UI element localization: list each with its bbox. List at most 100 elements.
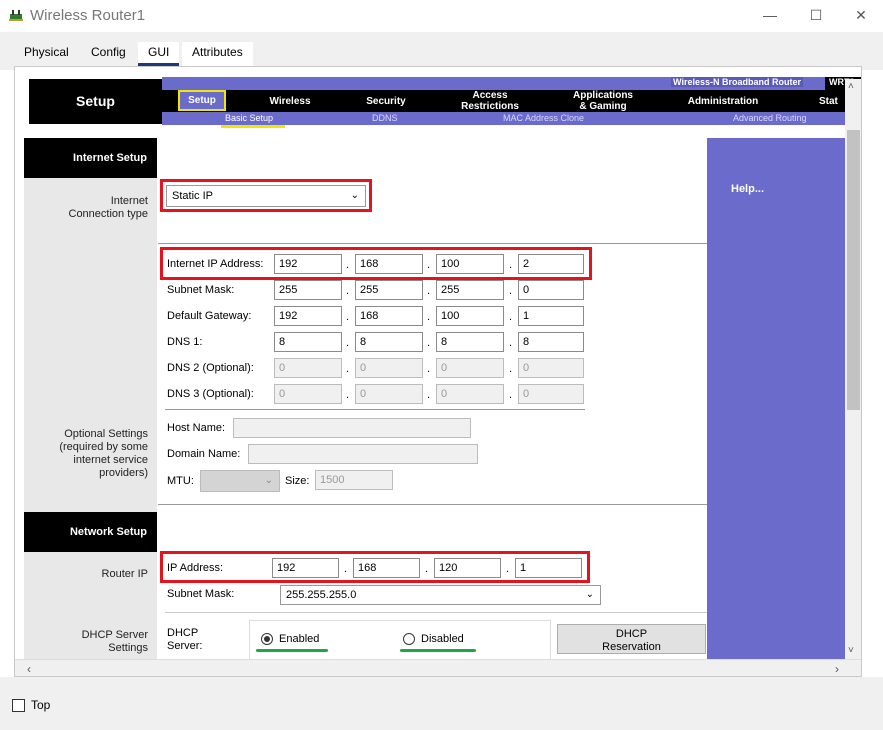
dhcp-label-line1: DHCP [167, 627, 199, 639]
internet-ip-octet-4[interactable]: 2 [518, 254, 584, 274]
mtu-select[interactable]: ⌄ [200, 470, 280, 492]
dns2-octet-4[interactable]: 0 [518, 358, 584, 378]
internet-ip-octet-2[interactable]: 168 [355, 254, 423, 274]
connection-type-value: Static IP [172, 190, 213, 202]
dhcp-reservation-line1: DHCP [615, 628, 648, 640]
dns2-octet-3[interactable]: 0 [436, 358, 504, 378]
subnet-mask-octet-1[interactable]: 255 [274, 280, 342, 300]
internet-ip-octet-1[interactable]: 192 [274, 254, 342, 274]
network-subnet-mask-label: Subnet Mask: [167, 588, 235, 600]
dns1-octet-2[interactable]: 8 [355, 332, 423, 352]
dns1-label: DNS 1: [167, 336, 203, 348]
router-ip-octet-1[interactable]: 192 [272, 558, 339, 578]
nav-security[interactable]: Security [351, 96, 421, 107]
dns2-octet-2[interactable]: 0 [355, 358, 423, 378]
subnet-mask-octet-4[interactable]: 0 [518, 280, 584, 300]
tab-gui[interactable]: GUI [138, 42, 180, 66]
horizontal-scrollbar[interactable] [15, 659, 861, 676]
divider [158, 504, 707, 505]
subnav-basic-setup[interactable]: Basic Setup [225, 113, 273, 123]
default-gateway-label: Default Gateway: [167, 310, 252, 322]
dns2-octet-1[interactable]: 0 [274, 358, 342, 378]
subnet-mask-octet-3[interactable]: 255 [436, 280, 504, 300]
ip-dot: . [346, 389, 350, 401]
nav-applications-gaming[interactable]: Applications & Gaming [563, 90, 643, 112]
ip-dot: . [509, 311, 513, 323]
dns3-label: DNS 3 (Optional): [167, 388, 254, 400]
dhcp-enabled-label[interactable]: Enabled [279, 633, 319, 645]
router-ip-octet-2[interactable]: 168 [353, 558, 420, 578]
basic-setup-underline [221, 125, 285, 128]
divider [165, 409, 585, 410]
chevron-down-icon: ⌄ [585, 589, 594, 600]
nav-wireless[interactable]: Wireless [255, 96, 325, 107]
section-title: Setup [29, 79, 162, 124]
router-ip-label: Router IP [101, 568, 148, 580]
dhcp-server-label: DHCP Server: [167, 627, 202, 653]
dns1-octet-1[interactable]: 8 [274, 332, 342, 352]
subnav-advanced-routing[interactable]: Advanced Routing [733, 113, 807, 123]
gui-content-panel: Setup Wireless-N Broadband Router WRT3 S… [14, 66, 862, 677]
dns1-octet-4[interactable]: 8 [518, 332, 584, 352]
host-name-input[interactable] [233, 418, 471, 438]
scroll-up-icon[interactable]: ˄ [848, 81, 854, 92]
vertical-scroll-thumb[interactable] [847, 130, 860, 410]
dns2-label: DNS 2 (Optional): [167, 362, 254, 374]
router-ip-octet-3[interactable]: 120 [434, 558, 501, 578]
title-bar: Wireless Router1 — ☐ ✕ [0, 0, 883, 32]
network-setup-heading: Network Setup [24, 512, 157, 552]
help-link[interactable]: Help... [731, 183, 764, 195]
dhcp-reservation-button[interactable]: DHCP Reservation [557, 624, 706, 654]
optional-label-line1: Optional Settings [64, 428, 148, 440]
dns3-octet-3[interactable]: 0 [436, 384, 504, 404]
router-ip-octet-4[interactable]: 1 [515, 558, 582, 578]
domain-name-input[interactable] [248, 444, 478, 464]
connection-type-select[interactable]: Static IP ⌄ [166, 185, 366, 207]
router-brand: Wireless-N Broadband Router [671, 77, 803, 87]
scroll-left-icon[interactable]: ‹ [27, 662, 31, 676]
nav-access-line2: Restrictions [461, 101, 519, 112]
dhcp-disabled-label[interactable]: Disabled [421, 633, 464, 645]
top-checkbox[interactable] [12, 699, 25, 712]
ip-dot: . [344, 563, 348, 575]
dhcp-enabled-radio[interactable] [261, 633, 273, 645]
divider [158, 243, 707, 244]
dns1-octet-3[interactable]: 8 [436, 332, 504, 352]
nav-administration[interactable]: Administration [677, 96, 769, 107]
nav-apps-line2: & Gaming [579, 101, 627, 112]
minimize-button[interactable]: — [747, 0, 793, 32]
disabled-underline [400, 649, 476, 652]
dns3-octet-4[interactable]: 0 [518, 384, 584, 404]
gateway-octet-3[interactable]: 100 [436, 306, 504, 326]
domain-name-label: Domain Name: [167, 448, 241, 460]
gateway-octet-1[interactable]: 192 [274, 306, 342, 326]
size-label: Size: [285, 475, 310, 487]
network-subnet-mask-select[interactable]: 255.255.255.0 ⌄ [280, 585, 601, 605]
scroll-right-icon[interactable]: › [835, 662, 839, 676]
subnav-mac-clone[interactable]: MAC Address Clone [503, 113, 584, 123]
tab-physical[interactable]: Physical [14, 42, 79, 66]
ip-dot: . [346, 363, 350, 375]
dhcp-disabled-radio[interactable] [403, 633, 415, 645]
gateway-octet-2[interactable]: 168 [355, 306, 423, 326]
enabled-underline [256, 649, 328, 652]
maximize-button[interactable]: ☐ [793, 0, 839, 32]
scroll-down-icon[interactable]: ˅ [848, 645, 854, 656]
divider [165, 612, 707, 613]
tab-config[interactable]: Config [81, 42, 136, 66]
internet-ip-octet-3[interactable]: 100 [436, 254, 504, 274]
nav-setup[interactable]: Setup [178, 90, 226, 111]
subnav-ddns[interactable]: DDNS [372, 113, 398, 123]
gateway-octet-4[interactable]: 1 [518, 306, 584, 326]
ip-dot: . [427, 389, 431, 401]
window-title: Wireless Router1 [30, 7, 146, 24]
close-button[interactable]: ✕ [838, 0, 883, 32]
mtu-size-input[interactable]: 1500 [315, 470, 393, 490]
ip-dot: . [427, 311, 431, 323]
router-app-icon [9, 10, 23, 21]
subnet-mask-octet-2[interactable]: 255 [355, 280, 423, 300]
nav-access-restrictions[interactable]: Access Restrictions [450, 90, 530, 112]
dns3-octet-1[interactable]: 0 [274, 384, 342, 404]
dns3-octet-2[interactable]: 0 [355, 384, 423, 404]
connection-type-label-line2: Connection type [68, 208, 149, 220]
